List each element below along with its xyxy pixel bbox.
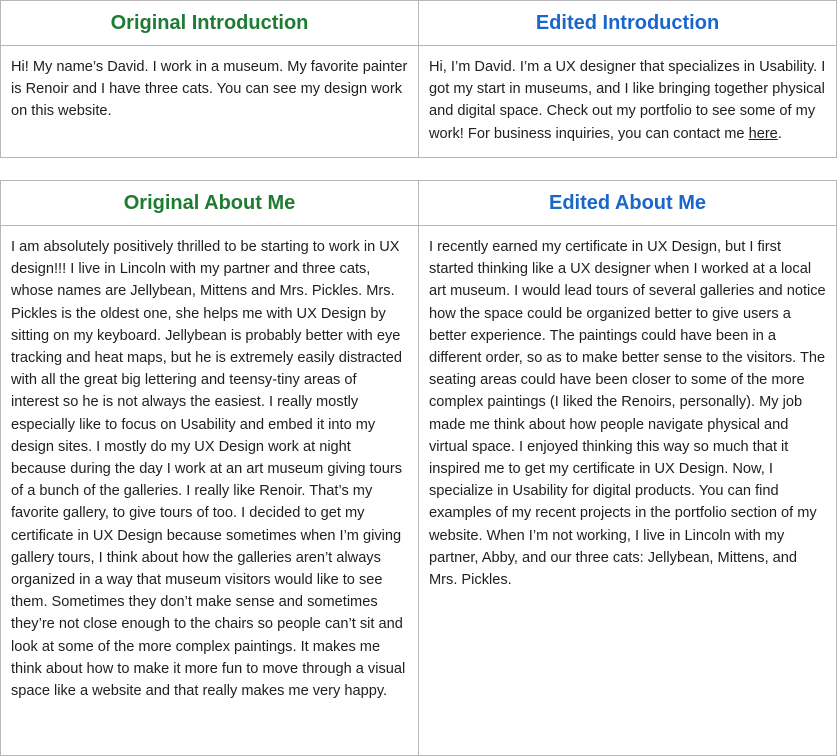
edited-about-me-text: I recently earned my certificate in UX D… <box>418 225 837 756</box>
edited-introduction-heading: Edited Introduction <box>418 0 837 46</box>
introduction-table: Original Introduction Edited Introductio… <box>0 0 837 158</box>
about-me-header-row: Original About Me Edited About Me <box>0 180 837 226</box>
about-me-body-row: I am absolutely positively thrilled to b… <box>0 225 837 756</box>
edited-introduction-cell: Hi, I’m David. I’m a UX designer that sp… <box>418 45 837 158</box>
original-introduction-text: Hi! My name’s David. I work in a museum.… <box>0 45 419 158</box>
original-introduction-heading: Original Introduction <box>0 0 419 46</box>
original-about-me-text: I am absolutely positively thrilled to b… <box>0 225 419 756</box>
introduction-header-row: Original Introduction Edited Introductio… <box>0 0 837 46</box>
introduction-body-row: Hi! My name’s David. I work in a museum.… <box>0 45 837 158</box>
edited-introduction-period: . <box>777 125 782 142</box>
contact-here-link[interactable]: here <box>749 126 778 142</box>
edited-about-me-heading: Edited About Me <box>418 180 837 226</box>
about-me-table: Original About Me Edited About Me I am a… <box>0 180 837 756</box>
original-about-me-heading: Original About Me <box>0 180 419 226</box>
